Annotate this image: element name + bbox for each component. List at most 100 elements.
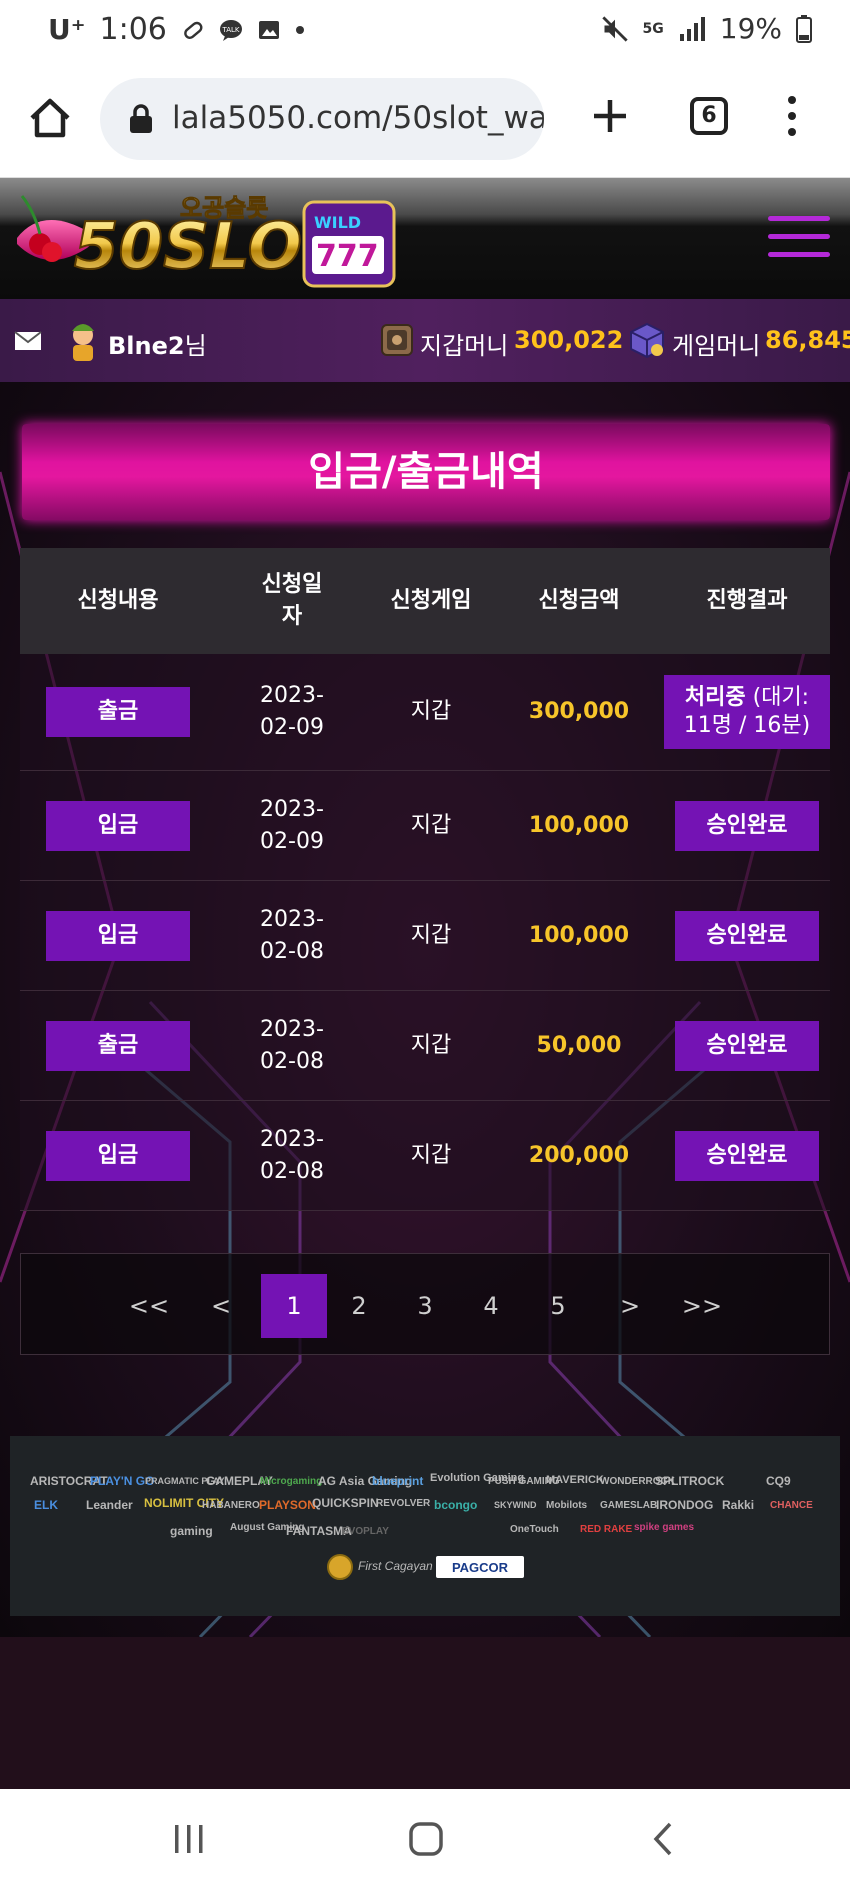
request-type-button[interactable]: 입금: [46, 910, 190, 961]
status-pending-button[interactable]: 처리중 (대기: 11명 / 16분): [664, 675, 830, 749]
back-icon[interactable]: [650, 1821, 676, 1857]
provider-logo: gaming: [170, 1524, 213, 1538]
table-header: 신청내용 신청일자 신청게임 신청금액 진행결과: [20, 548, 830, 654]
request-amount: 50,000: [536, 1032, 622, 1058]
page-title: 입금/출금내역: [22, 424, 830, 520]
game-money-label: 게임머니: [672, 332, 761, 360]
table-row: 입금 2023-02-08 지갑 100,000 승인완료: [20, 881, 830, 991]
provider-logo: GAMESLAB: [600, 1500, 658, 1511]
cagayan-seal-icon: [327, 1554, 353, 1580]
game-money-value: 86,845: [765, 326, 850, 354]
url-text[interactable]: lala5050.com/50slot_wa: [172, 100, 544, 136]
provider-logo: PLAYSON: [259, 1498, 316, 1512]
user-info-bar: Blne2님 지갑머니 300,022 게임머니 86,845: [0, 299, 850, 382]
provider-logo: Rakki: [722, 1498, 755, 1512]
safe-icon: [381, 324, 413, 356]
site-logo[interactable]: 50SLOT 오공슬롯 WILD 777: [12, 186, 402, 296]
provider-logo: MAVERICK: [546, 1474, 604, 1486]
carrier-label: U⁺: [48, 13, 86, 46]
browser-toolbar: lala5050.com/50slot_wa 6: [0, 58, 850, 178]
address-bar[interactable]: lala5050.com/50slot_wa: [100, 78, 544, 160]
request-date: 2023-02-08: [260, 1126, 324, 1184]
request-type-button[interactable]: 출금: [46, 687, 190, 737]
request-amount: 100,000: [528, 922, 630, 948]
request-date: 2023-02-08: [260, 1016, 324, 1074]
request-amount: 100,000: [528, 812, 630, 838]
tab-switcher-button[interactable]: 6: [690, 97, 728, 135]
header-result: 진행결과: [706, 588, 788, 613]
status-approved-button[interactable]: 승인완료: [675, 1130, 819, 1181]
request-amount: 200,000: [528, 1142, 630, 1168]
svg-text:777: 777: [316, 239, 379, 274]
mail-icon[interactable]: [14, 331, 42, 351]
request-amount: 300,000: [528, 699, 630, 724]
menu-line: [768, 216, 830, 221]
page-button-4[interactable]: 4: [461, 1274, 521, 1338]
site-header: 50SLOT 오공슬롯 WILD 777: [0, 178, 850, 299]
request-game: 지갑: [410, 812, 452, 838]
header-request-amount: 신청금액: [538, 588, 620, 613]
home-icon[interactable]: [28, 96, 72, 140]
username: Blne2님: [108, 332, 207, 360]
dot-icon: [295, 25, 304, 34]
provider-logo: CQ9: [766, 1474, 791, 1488]
page-button-1[interactable]: 1: [261, 1274, 327, 1338]
cert-logo-pagcor: PAGCOR: [436, 1556, 524, 1578]
table-row: 출금 2023-02-08 지갑 50,000 승인완료: [20, 991, 830, 1101]
status-approved-button[interactable]: 승인완료: [675, 800, 819, 851]
status-approved-button[interactable]: 승인완료: [675, 1020, 819, 1071]
lock-icon[interactable]: [128, 104, 154, 134]
more-menu-icon[interactable]: [780, 94, 804, 138]
prev-page-button[interactable]: <: [191, 1274, 251, 1338]
provider-logo: blueprint: [372, 1474, 424, 1488]
status-approved-button[interactable]: 승인완료: [675, 910, 819, 961]
request-date: 2023-02-09: [260, 796, 324, 854]
game-box-icon: [630, 322, 664, 359]
provider-logo: HABANERO: [202, 1500, 260, 1511]
battery-icon: [796, 14, 812, 43]
signal-icon: [679, 16, 705, 41]
hamburger-menu-button[interactable]: [768, 216, 830, 260]
provider-logo: spike games: [634, 1522, 695, 1533]
wallet-money-value: 300,022: [514, 326, 624, 354]
provider-logo: bcongo: [434, 1498, 478, 1512]
provider-logo: ELK: [34, 1498, 58, 1512]
provider-logo: OneTouch: [510, 1524, 559, 1535]
request-type-button[interactable]: 입금: [46, 800, 190, 851]
header-request-date: 신청일자: [261, 572, 323, 629]
svg-text:TALK: TALK: [221, 26, 239, 34]
request-date: 2023-02-08: [260, 906, 324, 964]
pill-icon: [184, 21, 203, 39]
next-page-button[interactable]: >: [600, 1274, 660, 1338]
menu-line: [768, 234, 830, 239]
home-nav-icon[interactable]: [408, 1821, 444, 1857]
provider-logos-footer: ARISTOCRAT PLAY'N GO PRAGMATIC PLAY GAME…: [10, 1436, 840, 1616]
recent-apps-icon[interactable]: [172, 1822, 206, 1856]
provider-logo: SKYWIND: [494, 1500, 537, 1510]
page-button-3[interactable]: 3: [395, 1274, 455, 1338]
system-navigation-bar: [0, 1789, 850, 1889]
provider-logo: REVOLVER: [376, 1498, 431, 1509]
table-row: 출금 2023-02-09 지갑 300,000 처리중 (대기: 11명 / …: [20, 654, 830, 771]
request-type-button[interactable]: 출금: [46, 1020, 190, 1071]
provider-logo: QUICKSPIN: [312, 1496, 379, 1510]
pagination: << < 1 2 3 4 5 > >>: [20, 1253, 830, 1355]
logo-badge: WILD: [314, 213, 361, 232]
network-type: 5G: [642, 20, 664, 37]
page-button-2[interactable]: 2: [329, 1274, 389, 1338]
first-page-button[interactable]: <<: [119, 1274, 179, 1338]
logo-korean: 오공슬롯: [180, 194, 268, 222]
battery-percent: 19%: [719, 12, 782, 45]
wallet-money-label: 지갑머니: [420, 332, 509, 360]
new-tab-icon[interactable]: [588, 94, 632, 138]
last-page-button[interactable]: >>: [672, 1274, 732, 1338]
table-row: 입금 2023-02-09 지갑 100,000 승인완료: [20, 771, 830, 881]
request-game: 지갑: [410, 1032, 452, 1058]
menu-line: [768, 252, 830, 257]
table-row: 입금 2023-02-08 지갑 200,000 승인완료: [20, 1101, 830, 1211]
request-game: 지갑: [410, 699, 452, 724]
provider-logo: IRONDOG: [656, 1498, 714, 1512]
page-button-5[interactable]: 5: [528, 1274, 588, 1338]
provider-logo: RED RAKE: [580, 1524, 633, 1535]
request-type-button[interactable]: 입금: [46, 1130, 190, 1181]
